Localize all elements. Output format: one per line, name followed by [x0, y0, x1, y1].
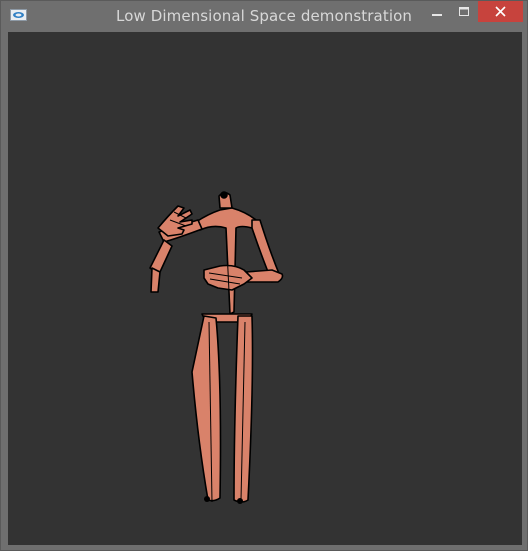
- right-forearm: [245, 269, 284, 283]
- close-icon: [495, 6, 506, 17]
- render-canvas[interactable]: [8, 32, 522, 545]
- title-bar[interactable]: Low Dimensional Space demonstration: [1, 1, 527, 32]
- app-window: Low Dimensional Space demonstration: [0, 0, 528, 551]
- head-dot: [220, 191, 228, 199]
- left-forearm: [149, 239, 173, 273]
- stick-figure: [149, 191, 284, 504]
- torso: [195, 207, 257, 315]
- left-forearm-lower: [150, 267, 161, 293]
- maximize-icon: [459, 7, 469, 16]
- left-leg: [191, 315, 222, 502]
- minimize-button[interactable]: [424, 1, 450, 22]
- minimize-icon: [432, 13, 442, 16]
- maximize-button[interactable]: [451, 1, 477, 22]
- close-button[interactable]: [478, 1, 523, 22]
